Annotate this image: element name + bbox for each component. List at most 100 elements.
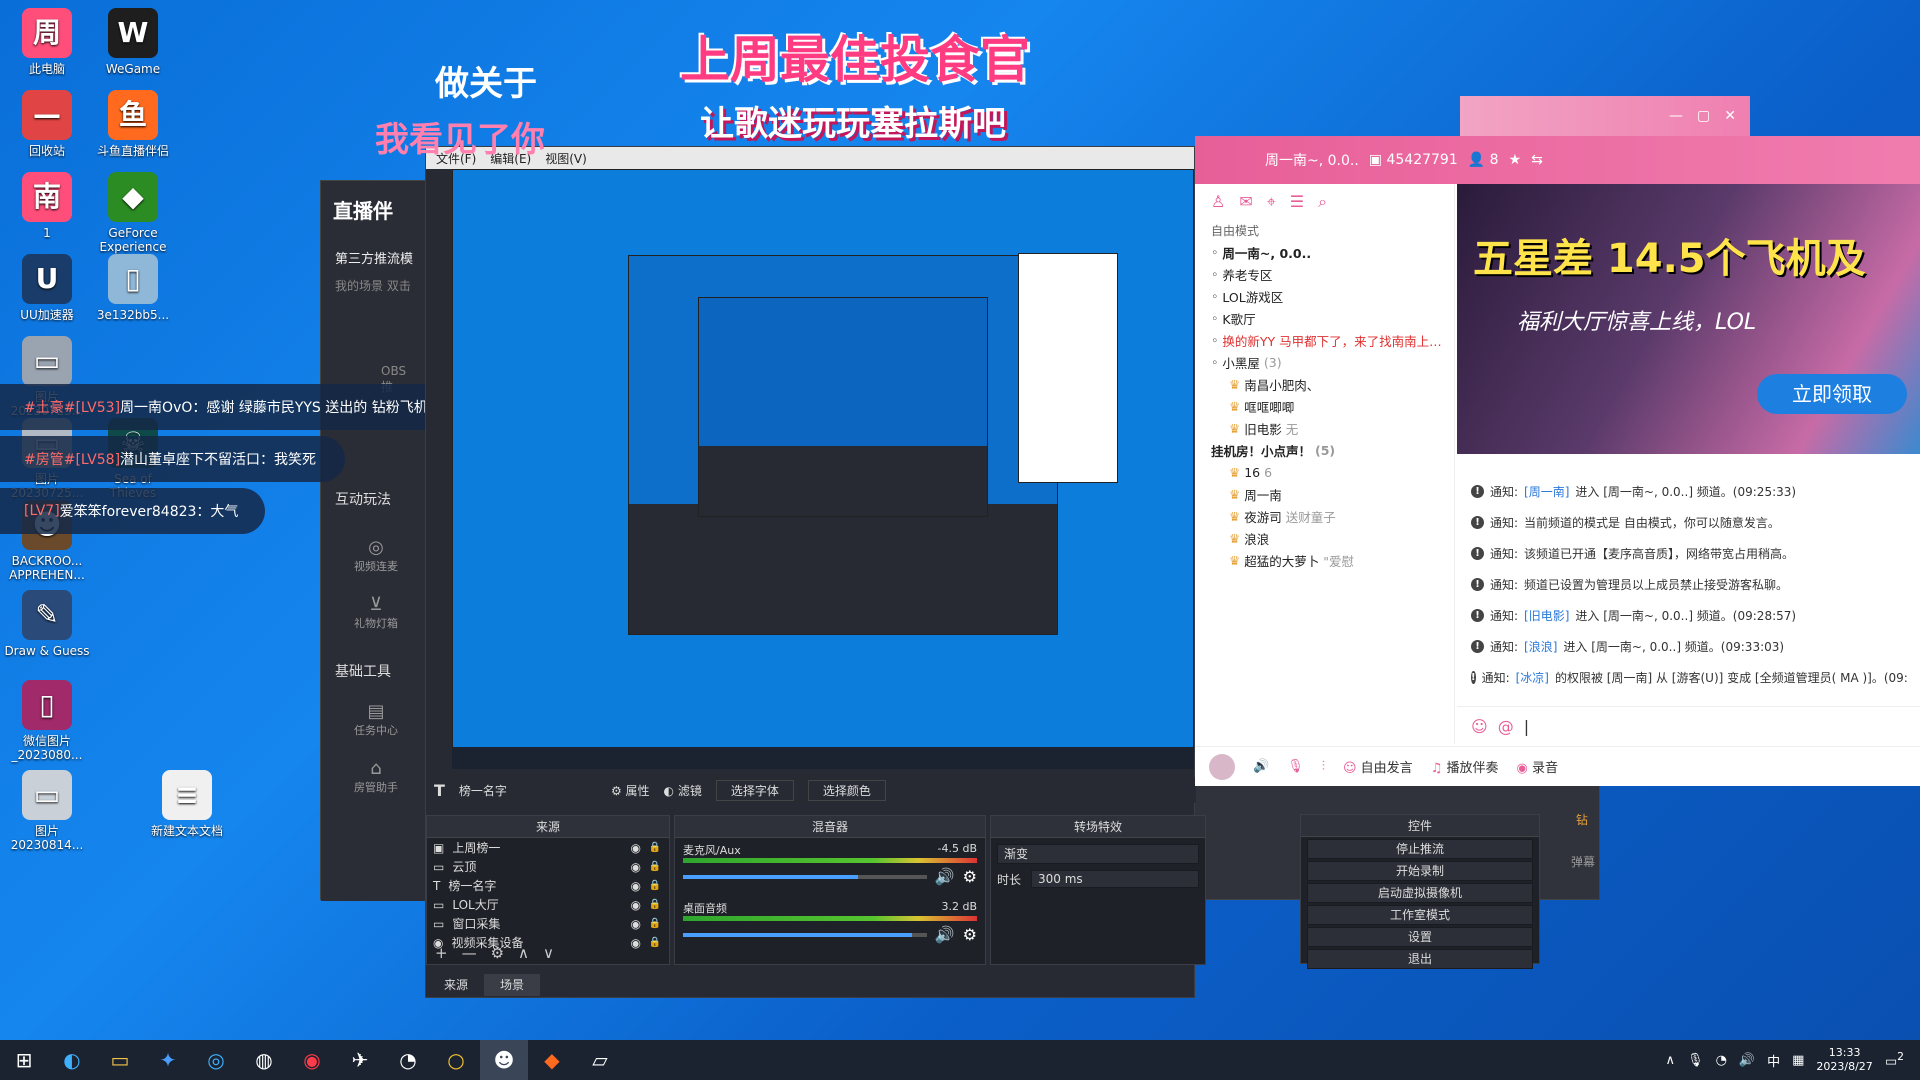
emoji-icon[interactable]: ☺ (1471, 717, 1488, 736)
visibility-icon[interactable]: ◉ (631, 879, 641, 893)
desktop-icon[interactable]: ▯ 3e132bb5... (90, 254, 176, 322)
obs-icon[interactable]: ◔ (384, 1040, 432, 1080)
lock-icon[interactable]: 🔒 (649, 880, 661, 891)
record-button[interactable]: ◉ 录音 (1516, 757, 1558, 776)
desktop-icon[interactable]: ✎ Draw & Guess (4, 590, 90, 658)
user-item[interactable]: ♛ 16 6 (1195, 461, 1454, 483)
chat-icon[interactable]: ✉ (1239, 192, 1252, 212)
filters-button[interactable]: ◐ 滤镜 (664, 782, 702, 799)
notice-user[interactable]: [周一南] (1524, 483, 1569, 500)
douyu-item-video-link[interactable]: ◎ 视频连麦 (321, 519, 431, 584)
obs-menu-item[interactable]: 视图(V) (545, 150, 587, 167)
mic-tray-icon[interactable]: 🎙 (1687, 1053, 1704, 1068)
select-font-button[interactable]: 选择字体 (715, 779, 794, 801)
mic-icon[interactable]: 🎙 (1287, 759, 1304, 774)
notice-user[interactable]: [冰凉] (1516, 669, 1549, 686)
message-input[interactable]: | (1524, 717, 1529, 736)
user-item[interactable]: ♛ 旧电影无 (1195, 417, 1454, 439)
douyu-item-task-center[interactable]: ▤ 任务中心 (321, 691, 431, 748)
user-icon[interactable]: ♙ (1211, 192, 1225, 212)
source-row[interactable]: ▭ 窗口采集 ◉ 🔒 (427, 914, 669, 933)
duration-input[interactable]: 300 ms (1031, 870, 1199, 888)
play-music-button[interactable]: ♫ 播放伴奏 (1431, 757, 1499, 776)
desktop-icon[interactable]: 鱼斗鱼直播伴侣 (90, 90, 176, 158)
control-button[interactable]: 设置 (1307, 927, 1533, 947)
free-speech-button[interactable]: ☺ 自由发言 (1343, 757, 1413, 776)
control-button[interactable]: 开始录制 (1307, 861, 1533, 881)
app-icon-2[interactable]: ✈ (336, 1040, 384, 1080)
source-row[interactable]: ▭ LOL大厅 ◉ 🔒 (427, 895, 669, 914)
claim-now-button[interactable]: 立即领取 (1757, 374, 1907, 414)
list-icon[interactable]: ☰ (1290, 192, 1304, 212)
search-icon[interactable]: ⌕ (1318, 192, 1327, 212)
channel-afk[interactable]: 挂机房！小点声！ (5) (1195, 439, 1454, 461)
douyu-tab[interactable]: 第三方推流模 (321, 238, 431, 277)
network-icon[interactable]: ◔ (1716, 1053, 1727, 1068)
lock-icon[interactable]: 🔒 (649, 899, 661, 910)
source-row[interactable]: ▭ 云顶 ◉ 🔒 (427, 857, 669, 876)
ime-indicator[interactable]: 中 (1767, 1051, 1780, 1070)
gear-icon[interactable]: ⚙ (491, 944, 504, 962)
desktop-icon[interactable]: 周此电脑 (4, 8, 90, 76)
user-item[interactable]: ♛ 浪浪 (1195, 527, 1454, 549)
user-item[interactable]: ♛ 超猛的大萝卜 "爱慰 (1195, 549, 1454, 571)
avatar[interactable] (1209, 753, 1235, 780)
close-icon[interactable]: ✕ (1724, 108, 1736, 124)
desktop-icon[interactable]: ▭ 图片 20230814... (4, 770, 90, 852)
volume-icon[interactable]: 🔊 (1739, 1053, 1755, 1068)
speaker-icon[interactable]: 🔊 (935, 925, 955, 944)
user-item[interactable]: ♛ 周一南 (1195, 483, 1454, 505)
gear-icon[interactable]: ⚙ (963, 867, 977, 886)
windows-start-icon[interactable]: ⊞ (0, 1040, 48, 1080)
lock-icon[interactable]: 🔒 (649, 842, 661, 853)
edge-icon[interactable]: ◐ (48, 1040, 96, 1080)
source-row[interactable]: T 榜一名字 ◉ 🔒 (427, 876, 669, 895)
visibility-icon[interactable]: ◉ (631, 898, 641, 912)
desktop-icon[interactable]: 南1 (4, 172, 90, 240)
channel-item[interactable]: ◦ 周一南~, 0.0.. (1195, 241, 1454, 263)
obs-preview[interactable] (452, 169, 1194, 769)
desktop-icon[interactable]: ◆ GeForce Experience (90, 172, 176, 254)
control-button[interactable]: 工作室模式 (1307, 905, 1533, 925)
add-source-icon[interactable]: + (435, 944, 448, 962)
speaker-icon[interactable]: 🔊 (1253, 759, 1269, 774)
share-icon[interactable]: ⇆ (1531, 152, 1543, 168)
app-icon-3[interactable]: ○ (432, 1040, 480, 1080)
dock-tab[interactable]: 场景 (484, 974, 541, 996)
desktop-icon[interactable]: U UU加速器 (4, 254, 90, 322)
desktop-icon[interactable]: W WeGame (90, 8, 176, 76)
visibility-icon[interactable]: ◉ (631, 860, 641, 874)
volume-slider[interactable] (683, 874, 927, 879)
notice-user[interactable]: [浪浪] (1524, 638, 1557, 655)
location-icon[interactable]: ⌖ (1267, 192, 1276, 212)
steam-icon[interactable]: ◍ (240, 1040, 288, 1080)
douyu-item-admin-helper[interactable]: ⌂ 房管助手 (321, 748, 431, 805)
volume-slider[interactable] (683, 932, 927, 937)
notification-icon[interactable]: ▭2 (1885, 1050, 1904, 1069)
keyboard-icon[interactable]: ▦ (1792, 1053, 1804, 1068)
channel-item[interactable]: ◦ K歌厅 (1195, 307, 1454, 329)
speaker-icon[interactable]: 🔊 (935, 867, 955, 886)
app-icon[interactable]: ✦ (144, 1040, 192, 1080)
yy-ad-banner[interactable]: 五星差 14.5个飞机及 福利大厅惊喜上线，LOL 立即领取 (1457, 184, 1920, 454)
yy-icon[interactable]: ☻ (480, 1040, 528, 1080)
mode-label[interactable]: 自由模式 (1195, 220, 1454, 241)
uu-icon[interactable]: ◎ (192, 1040, 240, 1080)
select-color-button[interactable]: 选择颜色 (807, 779, 886, 801)
equalizer-icon[interactable]: ⫶ (1322, 759, 1325, 774)
dock-tab[interactable]: 来源 (428, 974, 484, 996)
notepad-icon[interactable]: ▱ (576, 1040, 624, 1080)
visibility-icon[interactable]: ◉ (631, 841, 641, 855)
visibility-icon[interactable]: ◉ (631, 917, 641, 931)
desktop-icon[interactable]: ≡ 新建文本文档 (144, 770, 230, 838)
user-item[interactable]: ♛ 哐哐唧唧 (1195, 395, 1454, 417)
lock-icon[interactable]: 🔒 (649, 918, 661, 929)
netease-music-icon[interactable]: ◉ (288, 1040, 336, 1080)
star-icon[interactable]: ★ (1509, 152, 1522, 168)
chevron-up-icon[interactable]: ∧ (1666, 1053, 1676, 1068)
channel-item[interactable]: ◦ 换的新YY 马甲都下了，来了找南南上… (1195, 329, 1454, 351)
channel-item[interactable]: ◦ LOL游戏区 (1195, 285, 1454, 307)
control-button[interactable]: 启动虚拟摄像机 (1307, 883, 1533, 903)
mention-icon[interactable]: @ (1498, 717, 1514, 736)
file-explorer-icon[interactable]: ▭ (96, 1040, 144, 1080)
